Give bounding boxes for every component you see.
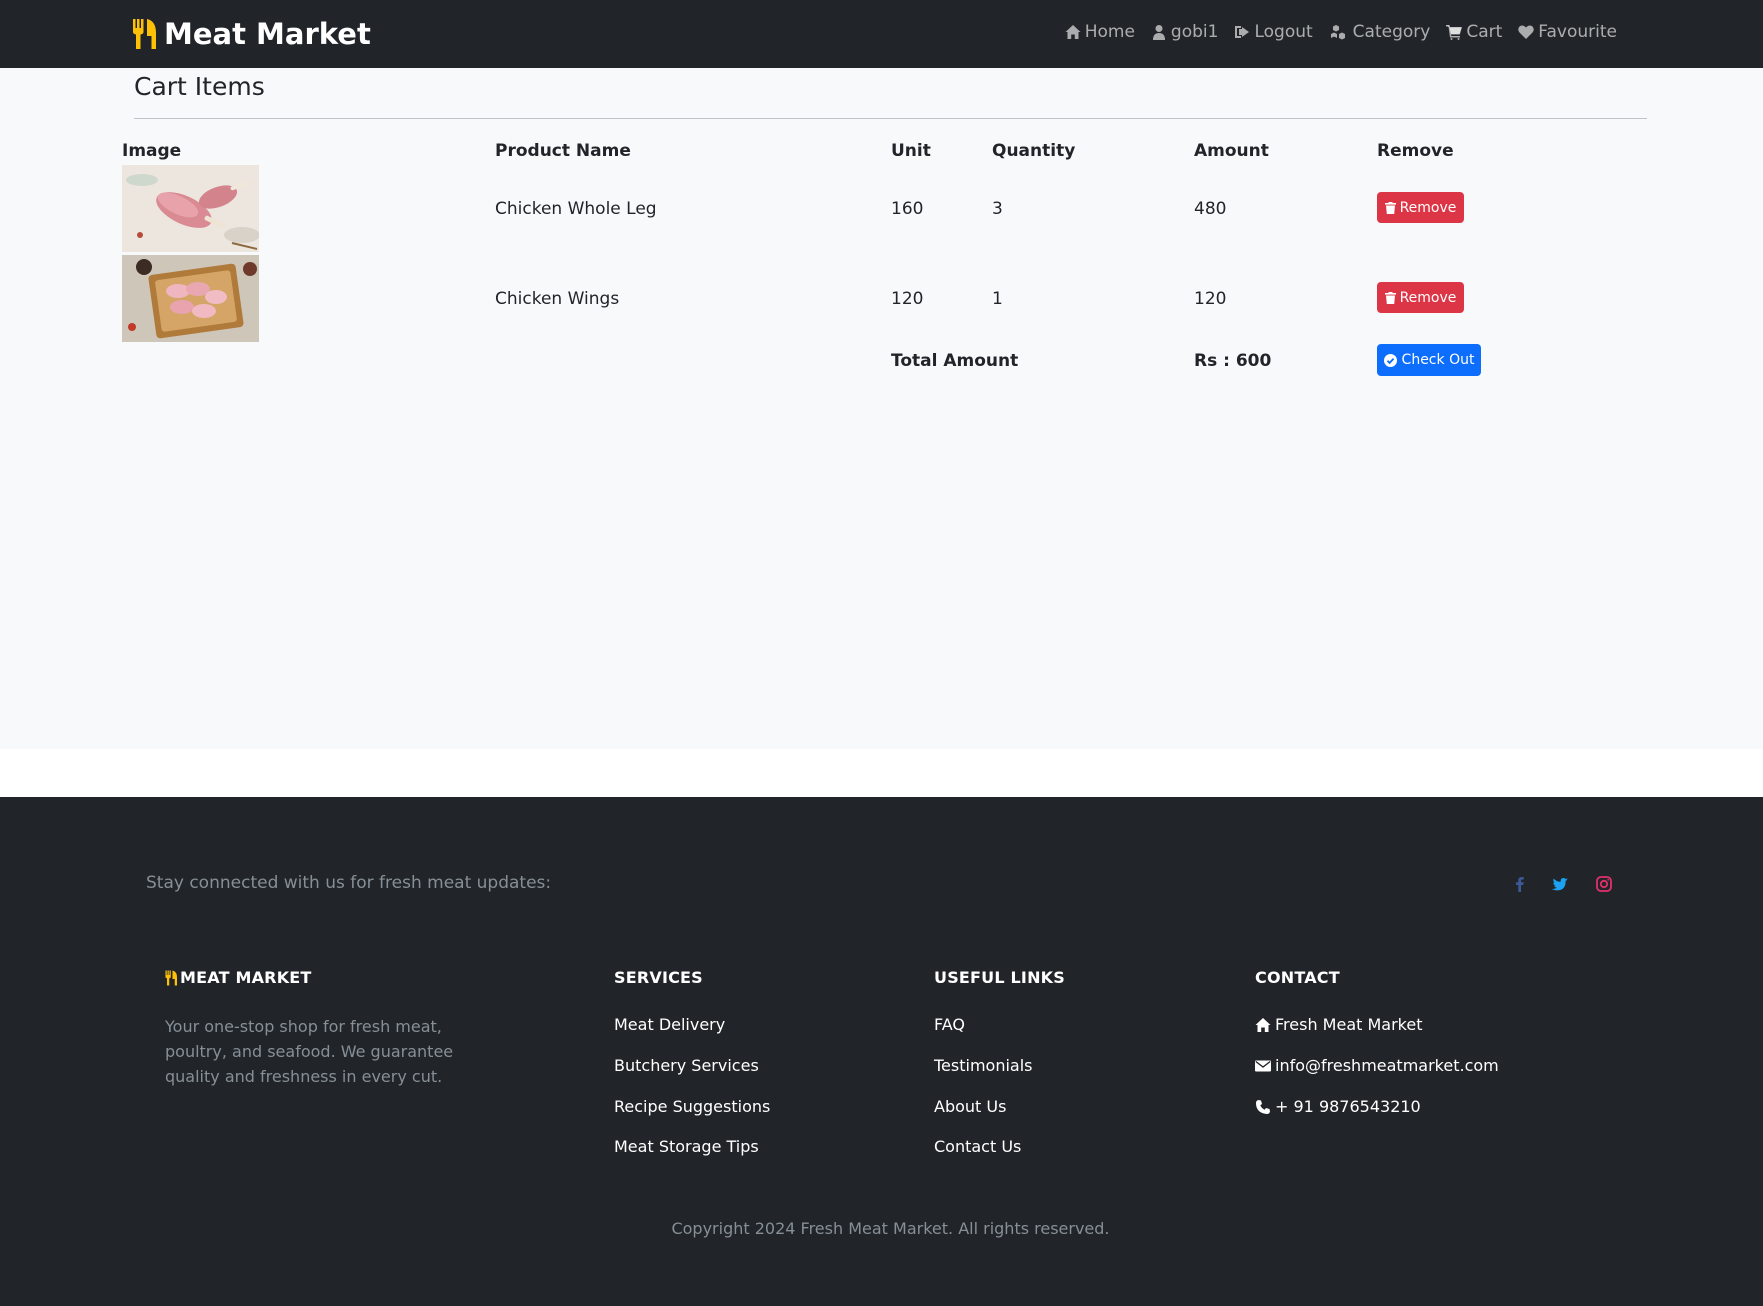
useful-link[interactable]: FAQ [934, 1015, 965, 1034]
contact-name-text: Fresh Meat Market [1275, 1015, 1423, 1034]
nav-menu: Home gobi1 Logout Category Cart Favourit… [1065, 22, 1617, 42]
total-amount: Rs : 600 [1194, 351, 1272, 371]
quantity: 1 [992, 289, 1003, 309]
cubes-icon [1330, 25, 1345, 40]
phone-icon [1256, 1099, 1270, 1114]
brand-link[interactable]: Meat Market [132, 16, 371, 52]
cart-icon [1446, 25, 1463, 40]
service-link[interactable]: Meat Storage Tips [614, 1137, 759, 1156]
service-link[interactable]: Butchery Services [614, 1056, 759, 1075]
nav-logout[interactable]: Logout [1234, 22, 1313, 42]
stay-connected-text: Stay connected with us for fresh meat up… [146, 873, 552, 893]
unit-price: 160 [891, 199, 924, 219]
header-quantity: Quantity [992, 141, 1076, 161]
header-image: Image [122, 141, 182, 161]
nav-favourite-label: Favourite [1538, 22, 1617, 42]
amount: 120 [1194, 289, 1227, 309]
quantity: 3 [992, 199, 1003, 219]
nav-user-label: gobi1 [1170, 22, 1219, 42]
nav-cart-label: Cart [1466, 22, 1503, 42]
trash-icon [1384, 201, 1396, 214]
remove-button[interactable]: Remove [1377, 192, 1464, 223]
useful-link[interactable]: Contact Us [934, 1137, 1021, 1156]
nav-category[interactable]: Category [1329, 22, 1431, 42]
instagram-icon [1596, 876, 1612, 892]
check-circle-icon [1383, 353, 1397, 367]
service-link[interactable]: Meat Delivery [614, 1015, 725, 1034]
nav-home-label: Home [1084, 22, 1135, 42]
home-icon [1065, 25, 1081, 39]
nav-favourite[interactable]: Favourite [1518, 22, 1617, 42]
unit-price: 120 [891, 289, 924, 309]
footer-brand-description: Your one-stop shop for fresh meat, poult… [165, 1017, 454, 1086]
heart-icon [1518, 25, 1535, 39]
header-unit: Unit [891, 141, 931, 161]
navbar: Meat Market Home gobi1 Logout Category C… [0, 0, 1763, 68]
header-amount: Amount [1194, 141, 1269, 161]
useful-link[interactable]: Testimonials [934, 1056, 1033, 1075]
twitter-icon [1552, 878, 1568, 891]
contact-phone-text: + 91 9876543210 [1275, 1097, 1421, 1116]
useful-link[interactable]: About Us [934, 1097, 1006, 1116]
services-heading: SERVICES [614, 968, 703, 987]
checkout-label: Check Out [1401, 352, 1475, 368]
twitter-link[interactable] [1550, 874, 1570, 894]
facebook-icon [1516, 877, 1524, 892]
service-link[interactable]: Recipe Suggestions [614, 1097, 770, 1116]
spacer-band [0, 749, 1763, 797]
nav-home[interactable]: Home [1065, 22, 1135, 42]
contact-email[interactable]: info@freshmeatmarket.com [1255, 1056, 1499, 1075]
header-product-name: Product Name [495, 141, 631, 161]
checkout-button[interactable]: Check Out [1377, 344, 1481, 376]
title-divider [134, 118, 1647, 119]
product-image-chicken-leg [122, 165, 259, 252]
page-title: Cart Items [134, 72, 265, 101]
contact-name: Fresh Meat Market [1255, 1015, 1422, 1034]
envelope-icon [1255, 1060, 1271, 1071]
nav-category-label: Category [1352, 22, 1431, 42]
total-label: Total Amount [891, 351, 1019, 371]
contact-heading: CONTACT [1255, 968, 1340, 987]
remove-label: Remove [1399, 199, 1457, 216]
product-name: Chicken Wings [495, 289, 620, 309]
copyright: Copyright 2024 Fresh Meat Market. All ri… [671, 1219, 1110, 1238]
utensils-icon [133, 19, 156, 49]
sign-out-icon [1235, 26, 1250, 38]
user-icon [1152, 25, 1165, 40]
nav-cart[interactable]: Cart [1446, 22, 1502, 42]
nav-logout-label: Logout [1254, 22, 1313, 42]
header-remove: Remove [1377, 141, 1454, 161]
amount: 480 [1194, 199, 1227, 219]
useful-links-heading: USEFUL LINKS [934, 968, 1065, 987]
instagram-link[interactable] [1594, 874, 1614, 894]
contact-email-text: info@freshmeatmarket.com [1275, 1056, 1499, 1075]
footer-brand-name: MEAT MARKET [180, 968, 312, 987]
home-icon [1255, 1017, 1271, 1032]
utensils-icon [165, 970, 177, 985]
contact-phone[interactable]: + 91 9876543210 [1255, 1097, 1421, 1116]
facebook-link[interactable] [1510, 874, 1530, 894]
product-name: Chicken Whole Leg [495, 199, 657, 219]
trash-icon [1384, 291, 1396, 304]
brand-name: Meat Market [164, 17, 371, 51]
footer-brand-heading: MEAT MARKET [165, 968, 312, 987]
remove-button[interactable]: Remove [1377, 282, 1464, 313]
footer: Stay connected with us for fresh meat up… [0, 797, 1763, 1306]
product-image-chicken-wings [122, 255, 259, 342]
nav-user[interactable]: gobi1 [1151, 22, 1219, 42]
remove-label: Remove [1399, 289, 1457, 306]
